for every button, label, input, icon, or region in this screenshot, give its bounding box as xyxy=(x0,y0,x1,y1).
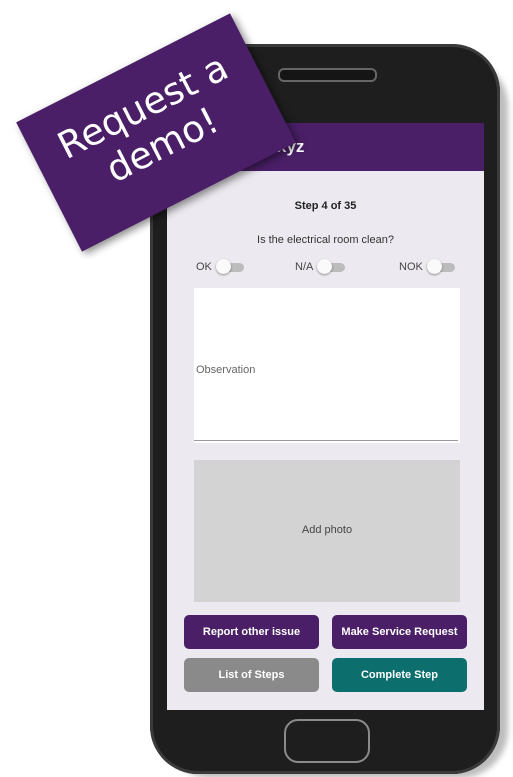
home-button[interactable] xyxy=(284,719,370,763)
make-service-request-button[interactable]: Make Service Request xyxy=(332,615,467,649)
phone-screen: xyz Step 4 of 35 Is the electrical room … xyxy=(167,123,484,710)
complete-step-button[interactable]: Complete Step xyxy=(332,658,467,692)
speaker-grille xyxy=(278,68,377,82)
add-photo-label: Add photo xyxy=(301,524,353,536)
observation-field[interactable]: Observation xyxy=(194,288,460,443)
toggle-nok-label: NOK xyxy=(399,261,423,273)
toggle-ok-switch[interactable] xyxy=(215,259,246,274)
toggle-na-switch[interactable] xyxy=(317,259,347,274)
observation-label: Observation xyxy=(196,364,256,376)
add-photo-area[interactable]: Add photo xyxy=(194,460,460,602)
toggle-na-label: N/A xyxy=(295,261,314,273)
toggle-na[interactable]: N/A xyxy=(295,259,347,274)
observation-underline xyxy=(194,440,458,441)
checklist-question: Is the electrical room clean? xyxy=(257,234,394,246)
switch-thumb xyxy=(215,259,231,274)
toggle-nok[interactable]: NOK xyxy=(399,259,457,274)
step-indicator: Step 4 of 35 xyxy=(294,200,357,212)
list-of-steps-button[interactable]: List of Steps xyxy=(184,658,319,692)
stage: xyz Step 4 of 35 Is the electrical room … xyxy=(0,0,513,777)
toggle-nok-switch[interactable] xyxy=(426,259,457,274)
toggle-ok-label: OK xyxy=(196,261,212,273)
toggle-ok[interactable]: OK xyxy=(196,259,246,274)
report-other-issue-button[interactable]: Report other issue xyxy=(184,615,319,649)
switch-thumb xyxy=(426,259,442,274)
